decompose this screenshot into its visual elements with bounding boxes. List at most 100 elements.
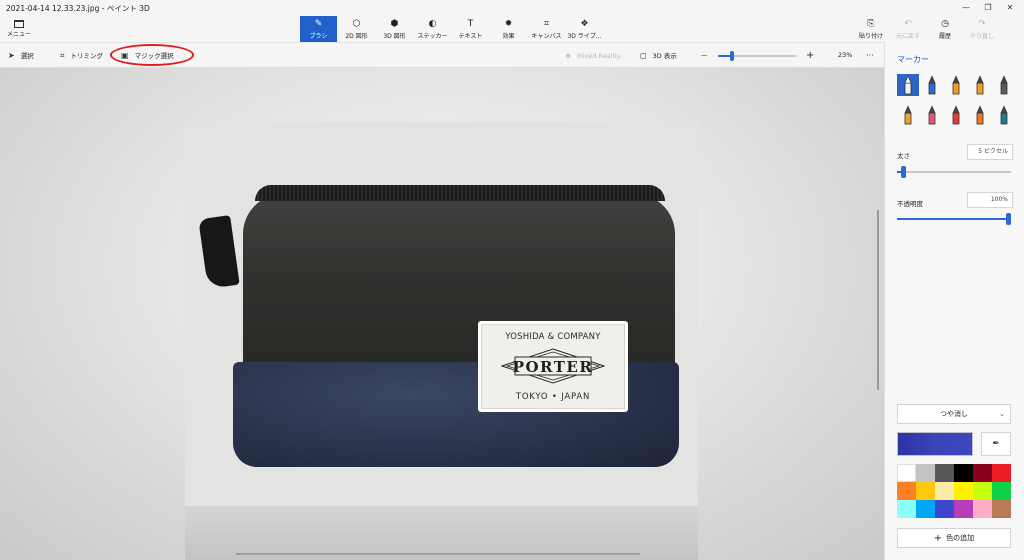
tool-tab[interactable]: ⬢ 3D 図形: [376, 16, 413, 42]
window-title: 2021-04-14 12.33.23.jpg - ペイント 3D: [6, 4, 150, 13]
finish-dropdown[interactable]: つや消し ⌄: [897, 404, 1011, 424]
add-color-button[interactable]: + 色の追加: [897, 528, 1011, 548]
thickness-slider[interactable]: [897, 166, 1011, 178]
canvas-icon: ⌗: [543, 19, 550, 29]
current-color-swatch[interactable]: [897, 432, 973, 456]
photo-canvas[interactable]: YOSHIDA & COMPANY PORTER TOKYO • JAPAN: [185, 122, 698, 506]
thickness-slider-thumb[interactable]: [900, 166, 906, 178]
plus-icon: +: [933, 533, 943, 544]
horizontal-scrollbar[interactable]: [236, 553, 640, 555]
pencil-icon[interactable]: [897, 104, 919, 126]
color-swatch[interactable]: [954, 464, 973, 482]
mixed-reality-label: Mixed Reality: [577, 52, 621, 60]
tool-tab[interactable]: ✎ ブラシ: [300, 16, 337, 42]
brush-icon: ✎: [314, 19, 323, 29]
label-top-text: YOSHIDA & COMPANY: [505, 332, 601, 342]
redo-button[interactable]: ↷ やり直し: [967, 16, 997, 42]
calligraphy-pen-icon[interactable]: [921, 74, 943, 96]
tool-tab-label: テキスト: [458, 33, 483, 40]
thickness-input[interactable]: 5 ピクセル: [967, 144, 1013, 160]
color-swatch[interactable]: [973, 500, 992, 518]
effects-icon: ✹: [504, 19, 513, 29]
zoom-out-button[interactable]: —: [701, 43, 708, 68]
opacity-input[interactable]: 100%: [967, 192, 1013, 208]
undo-icon: ↶: [904, 19, 912, 29]
color-swatch[interactable]: [992, 500, 1011, 518]
annotation-circle: [110, 44, 194, 66]
minimize-button[interactable]: —: [954, 0, 978, 16]
menu-label: メニュー: [6, 31, 31, 38]
color-swatch[interactable]: [916, 482, 935, 500]
tool-tab[interactable]: ⬡ 2D 図形: [338, 16, 375, 42]
library-3d-icon: ❖: [580, 19, 589, 29]
color-swatch[interactable]: [973, 464, 992, 482]
history-button[interactable]: ◷ 履歴: [930, 16, 960, 42]
canvas-floor: [185, 506, 698, 560]
tool-tab[interactable]: ❖ 3D ライブ...: [566, 16, 603, 42]
more-options-button[interactable]: ···: [866, 43, 874, 68]
color-swatch[interactable]: [916, 500, 935, 518]
watercolor-icon[interactable]: [969, 74, 991, 96]
color-swatch[interactable]: [935, 464, 954, 482]
label-bottom-text: TOKYO • JAPAN: [515, 392, 591, 402]
mixed-reality-button[interactable]: ◈ Mixed Reality: [565, 43, 621, 68]
vertical-scrollbar[interactable]: [877, 210, 879, 390]
spray-can-icon[interactable]: [969, 104, 991, 126]
action-label: 履歴: [938, 33, 951, 40]
color-swatch[interactable]: [954, 482, 973, 500]
oil-brush-icon[interactable]: [945, 74, 967, 96]
tool-tab[interactable]: T テキスト: [452, 16, 489, 42]
opacity-slider[interactable]: [897, 213, 1011, 225]
color-swatch[interactable]: [992, 464, 1011, 482]
pixel-pen-icon[interactable]: [993, 74, 1015, 96]
crop-button[interactable]: ⌗ トリミング: [60, 43, 103, 68]
color-swatch[interactable]: [992, 482, 1011, 500]
pouch-zipper: [255, 185, 665, 201]
finish-value: つや消し: [940, 410, 968, 418]
tool-tab-label: 3D ライブ...: [567, 33, 602, 40]
fill-bucket-icon[interactable]: [993, 104, 1015, 126]
view-3d-button[interactable]: ◻ 3D 表示: [640, 43, 677, 68]
color-swatch[interactable]: [954, 500, 973, 518]
color-swatch[interactable]: [897, 482, 916, 500]
zoom-slider-thumb[interactable]: [730, 51, 735, 61]
opacity-slider-thumb[interactable]: [1006, 213, 1011, 225]
undo-button[interactable]: ↶ 元に戻す: [893, 16, 923, 42]
color-swatch[interactable]: [916, 464, 935, 482]
menu-folder-icon: [14, 20, 24, 28]
tool-tab-label: キャンバス: [531, 33, 562, 40]
thickness-label: 太さ: [897, 152, 910, 160]
eyedropper-icon: ✒: [992, 439, 1000, 449]
color-swatch[interactable]: [935, 482, 954, 500]
brand-label: YOSHIDA & COMPANY PORTER TOKYO • JAPAN: [478, 321, 628, 412]
crayon-icon[interactable]: [945, 104, 967, 126]
menu-button[interactable]: メニュー: [6, 16, 32, 42]
redo-icon: ↷: [978, 19, 986, 29]
eyedropper-button[interactable]: ✒: [981, 432, 1011, 456]
panel-title: マーカー: [897, 55, 929, 64]
tool-tab[interactable]: ◐ ステッカー: [414, 16, 451, 42]
tool-tab[interactable]: ⌗ キャンバス: [528, 16, 565, 42]
tool-tab-label: 2D 図形: [345, 33, 368, 40]
color-swatch[interactable]: [897, 464, 916, 482]
zoom-slider[interactable]: [718, 51, 796, 61]
tool-tab[interactable]: ✹ 効果: [490, 16, 527, 42]
tool-tab-label: 効果: [502, 33, 515, 40]
zoom-level[interactable]: 23%: [838, 43, 852, 68]
shapes-2d-icon: ⬡: [352, 19, 361, 29]
tool-tab-label: ステッカー: [417, 33, 448, 40]
text-icon: T: [467, 19, 474, 29]
color-swatch[interactable]: [935, 500, 954, 518]
color-swatch[interactable]: [897, 500, 916, 518]
cursor-icon: ➤: [8, 51, 15, 60]
maximize-button[interactable]: ❐: [976, 0, 1000, 16]
select-button[interactable]: ➤ 選択: [8, 43, 34, 68]
action-label: 貼り付け: [858, 33, 883, 40]
close-button[interactable]: ✕: [998, 0, 1022, 16]
marker-icon[interactable]: [897, 74, 919, 96]
paste-button[interactable]: ⎘ 貼り付け: [856, 16, 886, 42]
eraser-icon[interactable]: [921, 104, 943, 126]
color-swatch[interactable]: [973, 482, 992, 500]
history-icon: ◷: [941, 19, 949, 29]
zoom-in-button[interactable]: +: [806, 43, 814, 68]
